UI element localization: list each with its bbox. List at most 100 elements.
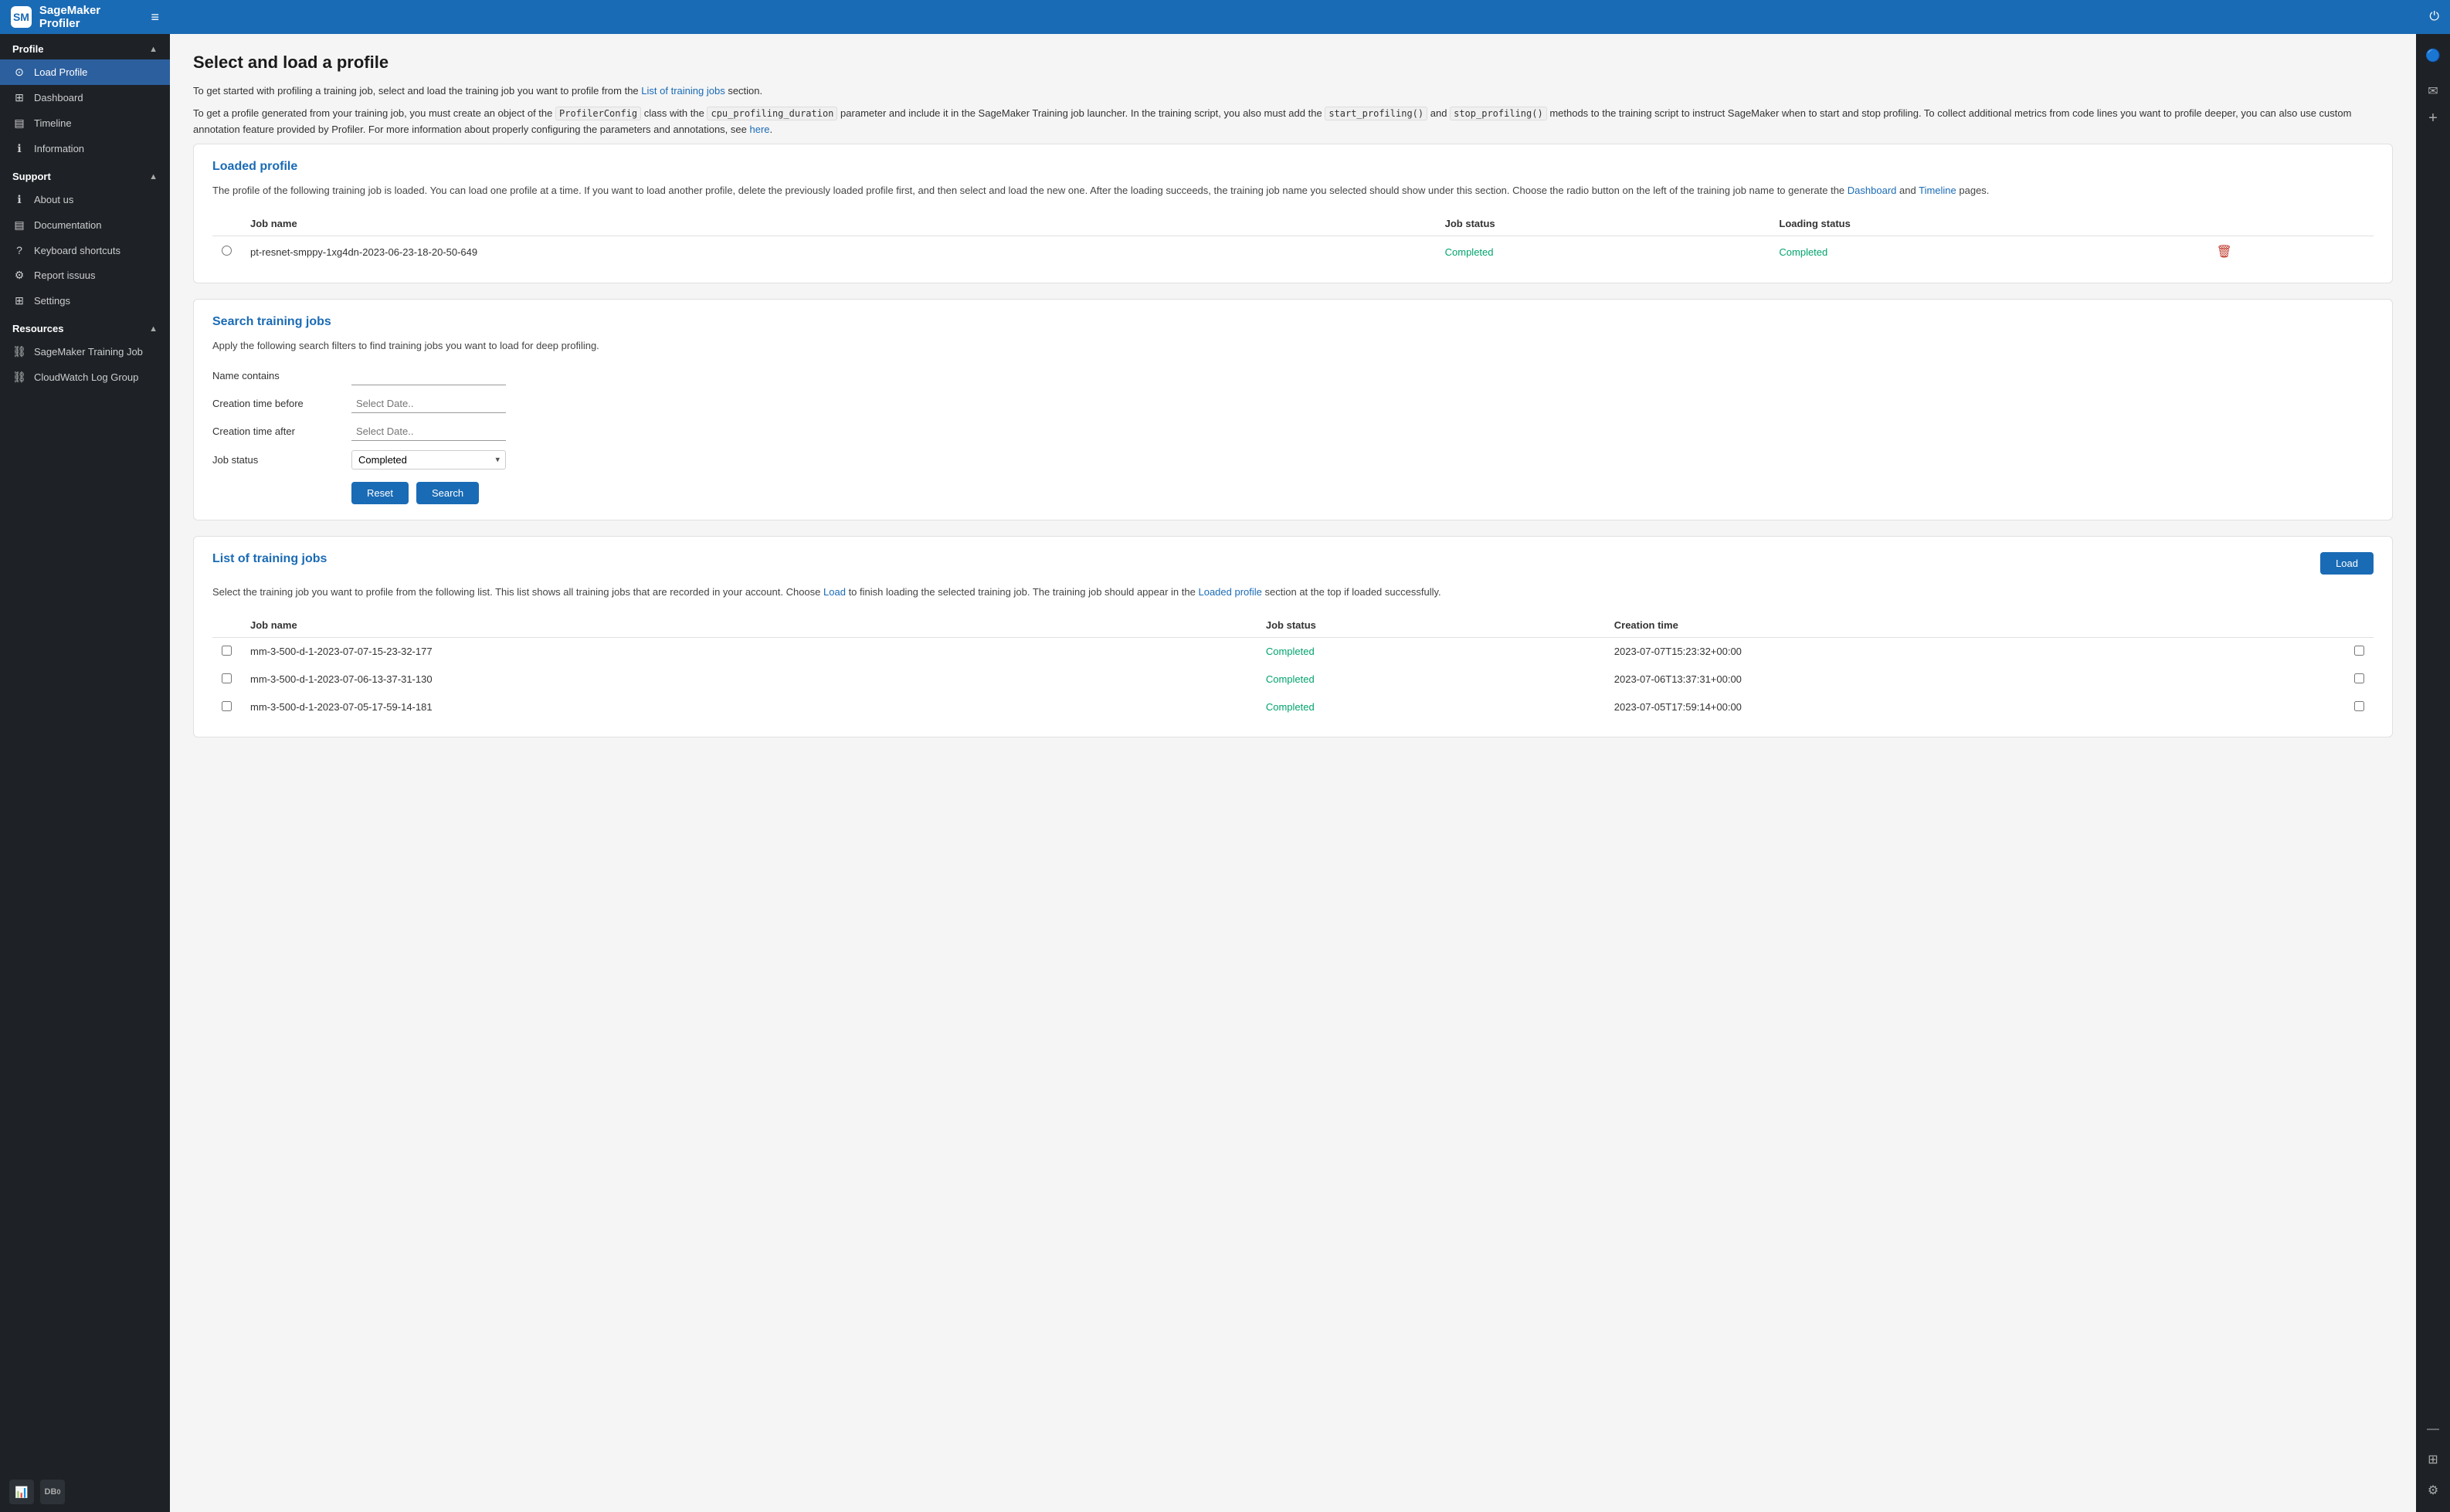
sidebar-bottom: 📊 DB0 (0, 1472, 170, 1512)
job-checkbox-0[interactable] (222, 646, 232, 656)
sidebar-item-dashboard[interactable]: ⊞ Dashboard (0, 85, 170, 110)
delete-job-button[interactable]: 🗑 (2217, 244, 2232, 259)
job-status-2: Completed (1257, 693, 1605, 721)
settings-icon: ⊞ (12, 294, 26, 307)
name-contains-input[interactable] (351, 367, 506, 385)
name-contains-row: Name contains (212, 367, 2374, 385)
right-panel-minus-icon[interactable]: — (2421, 1416, 2445, 1443)
report-icon: ⚙ (12, 269, 26, 282)
right-panel-plus-icon[interactable]: + (2428, 110, 2438, 127)
timeline-icon: ▤ (12, 117, 26, 130)
job-select-1[interactable] (2354, 673, 2364, 683)
table-row: mm-3-500-d-1-2023-07-06-13-37-31-130 Com… (212, 666, 2374, 693)
col-job-name: Job name (241, 613, 1257, 638)
timeline-link[interactable]: Timeline (1919, 185, 1956, 196)
documentation-icon: ▤ (12, 219, 26, 232)
sidebar-chart-icon[interactable]: 📊 (9, 1480, 34, 1504)
sidebar-item-documentation[interactable]: ▤ Documentation (0, 212, 170, 238)
job-status-label: Job status (212, 454, 351, 466)
app-title: SageMaker Profiler (39, 4, 141, 30)
cloudwatch-icon: ⛓ (12, 371, 26, 384)
information-icon: ℹ (12, 142, 26, 155)
main-content: Select and load a profile To get started… (170, 34, 2416, 1512)
jobs-table: Job name Job status Creation time mm-3-5… (212, 613, 2374, 721)
logo-area: SM SageMaker Profiler ≡ (0, 4, 170, 30)
training-jobs-title: List of training jobs (212, 552, 327, 566)
search-jobs-desc: Apply the following search filters to fi… (212, 338, 2374, 354)
intro-paragraph-2: To get a profile generated from your tra… (193, 106, 2393, 138)
list-of-training-jobs-link[interactable]: List of training jobs (641, 85, 724, 97)
sidebar-db-icon[interactable]: DB0 (40, 1480, 65, 1504)
resources-section-header[interactable]: Resources ▲ (0, 314, 170, 339)
right-panel: 🔵 ✉ + — ⊞ ⚙ (2416, 0, 2450, 1512)
right-panel-bell-icon[interactable]: 🔵 (2419, 42, 2447, 69)
sidebar-item-timeline[interactable]: ▤ Timeline (0, 110, 170, 136)
sidebar-item-about[interactable]: ℹ About us (0, 187, 170, 212)
right-panel-grid-icon[interactable]: ⊞ (2421, 1446, 2444, 1473)
loaded-profile-link[interactable]: Loaded profile (1198, 586, 1261, 598)
creation-before-input[interactable] (351, 395, 506, 413)
reset-button[interactable]: Reset (351, 482, 409, 504)
training-jobs-list-card: List of training jobs Load Select the tr… (193, 536, 2393, 737)
resources-chevron-icon: ▲ (149, 324, 158, 334)
support-section-header[interactable]: Support ▲ (0, 161, 170, 187)
topbar: SM SageMaker Profiler ≡ ⏻ (0, 0, 2450, 34)
job-select-2[interactable] (2354, 701, 2364, 711)
sidebar-item-settings[interactable]: ⊞ Settings (0, 288, 170, 314)
loaded-job-status: Completed (1436, 236, 1770, 268)
col-checkbox (2345, 613, 2374, 638)
power-button[interactable]: ⏻ (2429, 10, 2439, 24)
job-select-0[interactable] (2354, 646, 2364, 656)
sidebar-item-sagemaker-training[interactable]: ⛓ SageMaker Training Job (0, 339, 170, 364)
sidebar-item-keyboard-shortcuts[interactable]: ? Keyboard shortcuts (0, 238, 170, 263)
job-status-1: Completed (1257, 666, 1605, 693)
col-radio (212, 212, 241, 236)
loaded-job-row: pt-resnet-smppy-1xg4dn-2023-06-23-18-20-… (212, 236, 2374, 268)
creation-after-input[interactable] (351, 422, 506, 441)
keyboard-icon: ? (12, 244, 26, 256)
dashboard-link[interactable]: Dashboard (1848, 185, 1897, 196)
creation-after-row: Creation time after (212, 422, 2374, 441)
job-name-1: mm-3-500-d-1-2023-07-06-13-37-31-130 (241, 666, 1257, 693)
job-status-0: Completed (1257, 637, 1605, 666)
search-button[interactable]: Search (416, 482, 479, 504)
table-row: mm-3-500-d-1-2023-07-07-15-23-32-177 Com… (212, 637, 2374, 666)
col-status: Job status (1257, 613, 1605, 638)
dashboard-icon: ⊞ (12, 91, 26, 104)
sidebar-item-load-profile[interactable]: ⊙ Load Profile (0, 59, 170, 85)
training-jobs-desc: Select the training job you want to prof… (212, 585, 2374, 601)
loaded-job-name: pt-resnet-smppy-1xg4dn-2023-06-23-18-20-… (241, 236, 1436, 268)
about-icon: ℹ (12, 193, 26, 206)
app-logo: SM (11, 6, 32, 28)
loaded-profile-desc: The profile of the following training jo… (212, 183, 2374, 199)
page-title: Select and load a profile (193, 53, 2393, 73)
table-row: mm-3-500-d-1-2023-07-05-17-59-14-181 Com… (212, 693, 2374, 721)
form-buttons: Reset Search (351, 482, 2374, 504)
profile-section-header[interactable]: Profile ▲ (0, 34, 170, 59)
job-status-select[interactable]: All Completed InProgress Failed Stopped (351, 450, 506, 470)
intro-paragraph-1: To get started with profiling a training… (193, 83, 2393, 100)
job-checkbox-2[interactable] (222, 701, 232, 711)
job-created-1: 2023-07-06T13:37:31+00:00 (1605, 666, 2345, 693)
job-checkbox-1[interactable] (222, 673, 232, 683)
support-chevron-icon: ▲ (149, 172, 158, 181)
sidebar-item-report-issues[interactable]: ⚙ Report issuus (0, 263, 170, 288)
sidebar-item-information[interactable]: ℹ Information (0, 136, 170, 161)
job-name-2: mm-3-500-d-1-2023-07-05-17-59-14-181 (241, 693, 1257, 721)
hamburger-menu[interactable]: ≡ (151, 9, 159, 25)
load-link[interactable]: Load (823, 586, 846, 598)
profile-chevron-icon: ▲ (149, 45, 158, 54)
right-panel-gear-icon[interactable]: ⚙ (2421, 1476, 2445, 1504)
col-loading-status: Loading status (1770, 212, 2207, 236)
load-button[interactable]: Load (2320, 552, 2374, 575)
search-jobs-card: Search training jobs Apply the following… (193, 299, 2393, 520)
here-link[interactable]: here (750, 124, 770, 135)
right-panel-mail-icon[interactable]: ✉ (2421, 77, 2444, 105)
loaded-profile-table: Job name Job status Loading status pt-re… (212, 212, 2374, 267)
creation-before-row: Creation time before (212, 395, 2374, 413)
col-check (212, 613, 241, 638)
sidebar-item-cloudwatch[interactable]: ⛓ CloudWatch Log Group (0, 364, 170, 390)
loaded-profile-card: Loaded profile The profile of the follow… (193, 144, 2393, 283)
job-radio[interactable] (222, 246, 232, 256)
name-contains-label: Name contains (212, 370, 351, 381)
